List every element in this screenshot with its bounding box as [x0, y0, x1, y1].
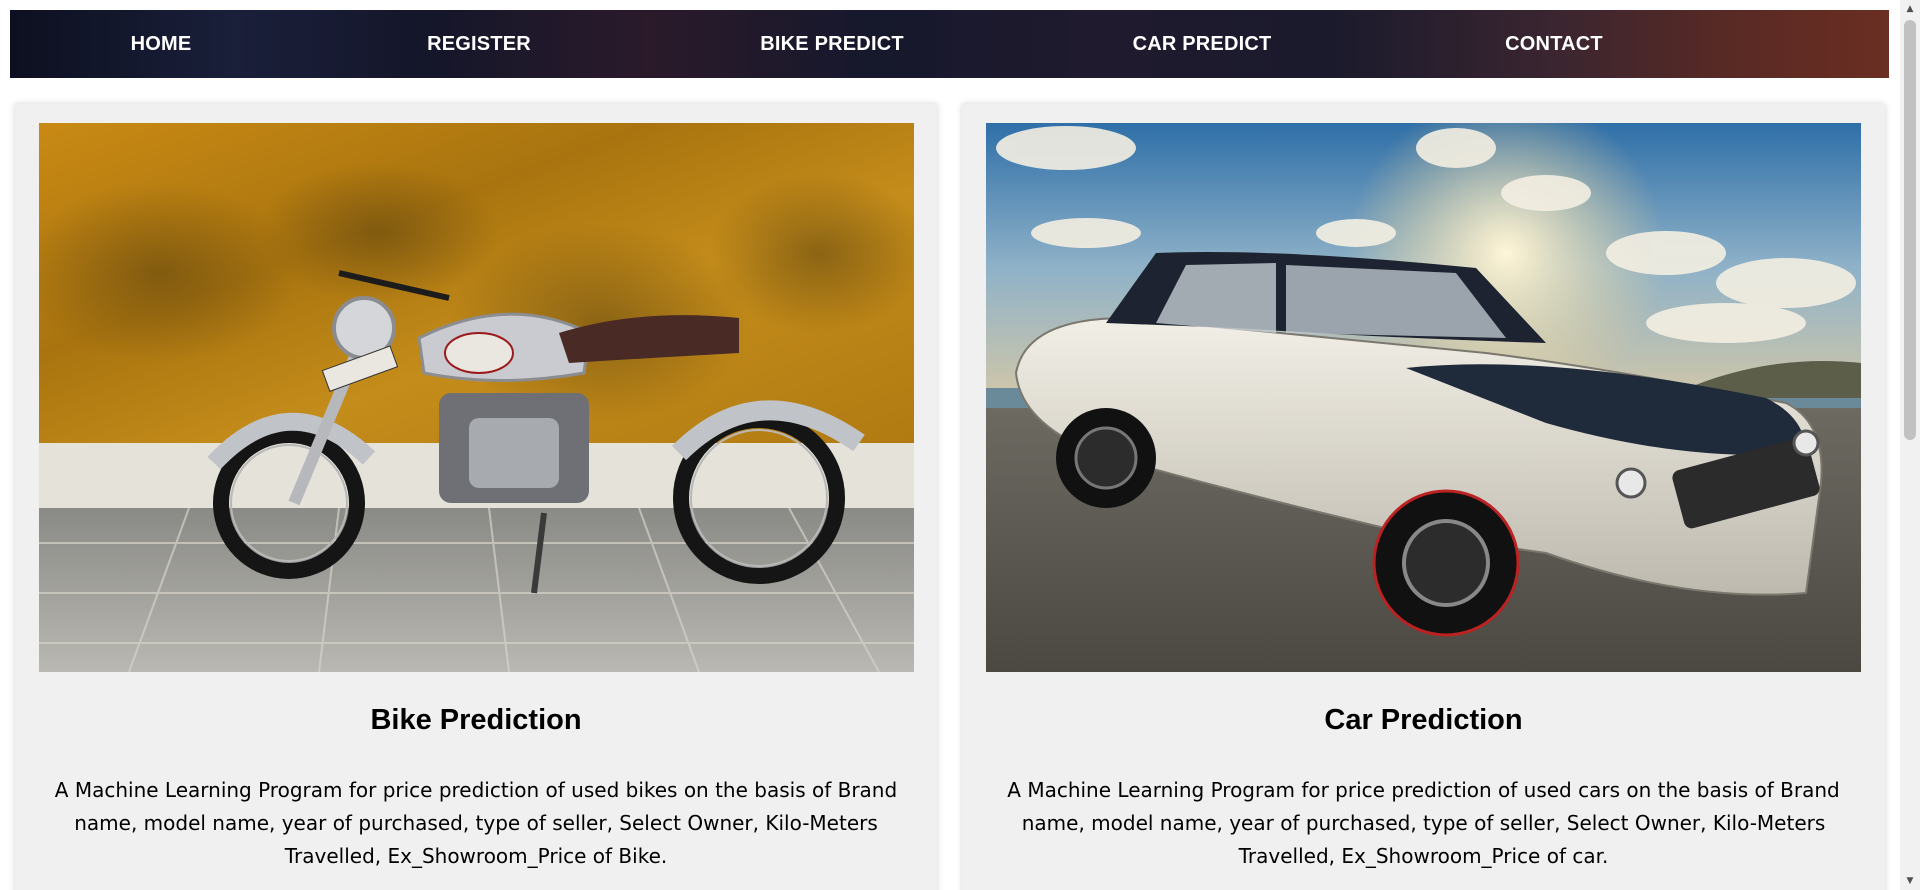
bike-prediction-card[interactable]: Bike Prediction A Machine Learning Progr… [15, 104, 937, 890]
muscle-car-illustration [986, 123, 1861, 672]
nav-car-predict-link[interactable]: CAR PREDICT [1133, 10, 1272, 78]
scroll-down-icon[interactable]: ▼ [1900, 872, 1920, 890]
scroll-up-icon[interactable]: ▲ [1900, 0, 1920, 18]
bike-card-description: A Machine Learning Program for price pre… [54, 778, 898, 868]
motorcycle-illustration [39, 123, 914, 672]
vertical-scrollbar[interactable]: ▲ ▼ [1900, 0, 1920, 890]
nav-bike-predict-link[interactable]: BIKE PREDICT [760, 10, 904, 78]
car-card-description: A Machine Learning Program for price pre… [1007, 778, 1840, 868]
car-card-title: Car Prediction [1324, 704, 1523, 736]
nav-home-link[interactable]: HOME [131, 10, 192, 78]
bike-image [39, 123, 914, 672]
nav-register-link[interactable]: REGISTER [427, 10, 531, 78]
bike-card-title: Bike Prediction [370, 704, 582, 736]
car-image [986, 123, 1861, 672]
nav-contact-link[interactable]: CONTACT [1505, 10, 1603, 78]
top-navbar: HOME REGISTER BIKE PREDICT CAR PREDICT C… [10, 10, 1889, 78]
car-prediction-card[interactable]: Car Prediction A Machine Learning Progra… [962, 104, 1885, 890]
scroll-thumb[interactable] [1904, 20, 1916, 440]
